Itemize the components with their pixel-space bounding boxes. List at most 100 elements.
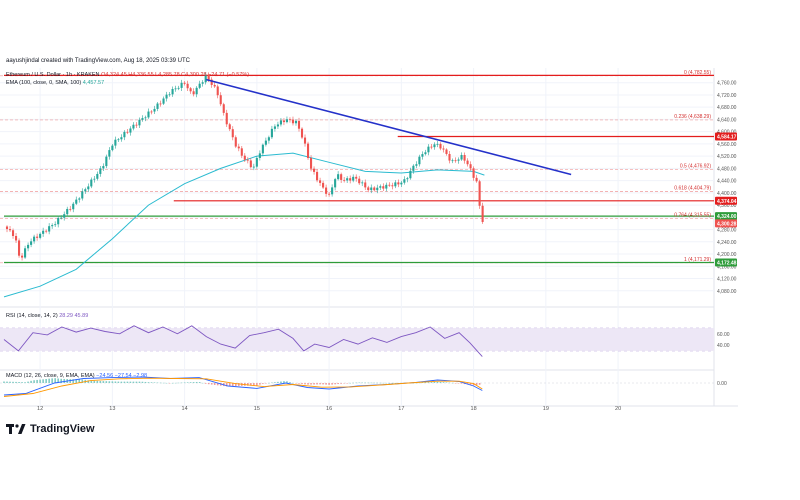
- price-tag-label: 4,300.28: [717, 221, 737, 227]
- macd-histogram-bar: [210, 383, 213, 385]
- candle-body: [135, 124, 138, 126]
- y-tick-label: 4,280.00: [717, 228, 737, 234]
- candle-body: [457, 159, 460, 161]
- candle-body: [213, 84, 216, 87]
- candle-body: [312, 168, 316, 172]
- candle-body: [216, 86, 219, 96]
- candle-body: [334, 179, 337, 188]
- candle-body: [319, 180, 322, 183]
- y-tick-label: 4,480.00: [717, 166, 737, 172]
- y-tick-label: 4,760.00: [717, 81, 737, 87]
- rsi-legend: RSI (14, close, 14, 2) 28.29 45.89: [6, 313, 88, 319]
- candle-body: [168, 94, 171, 96]
- macd-histogram-bar: [21, 382, 23, 383]
- candle-body: [424, 152, 427, 155]
- candle-body: [306, 143, 310, 159]
- macd-histogram-bar: [30, 380, 32, 383]
- candle-body: [42, 230, 45, 234]
- tradingview-logo-icon: [6, 423, 26, 434]
- macd-label: MACD (12, 26, close, 9, EMA, EMA): [6, 373, 95, 379]
- fib-level-label: 0 (4,782.55): [684, 70, 711, 76]
- candle-body: [240, 148, 243, 156]
- macd-histogram-bar: [295, 383, 297, 384]
- candle-body: [159, 103, 162, 105]
- fib-level-label: 1 (4,171.29): [684, 257, 711, 263]
- macd-histogram-bar: [195, 381, 198, 383]
- candle-body: [436, 143, 439, 145]
- y-tick-label: 4,120.00: [717, 277, 737, 283]
- candle-body: [39, 233, 42, 238]
- candle-body: [261, 144, 264, 154]
- candle-body: [475, 177, 478, 182]
- candle-body: [36, 236, 39, 238]
- fib-level-label: 0.236 (4,638.29): [674, 114, 711, 120]
- candle-body: [174, 88, 177, 90]
- candle-body: [186, 83, 189, 89]
- candle-body: [198, 83, 201, 88]
- candle-body: [400, 182, 403, 185]
- candle-body: [132, 124, 135, 129]
- ohlc-values: O4,324.45 H4,336.55 L4,285.78 C4,300.28 …: [101, 72, 250, 78]
- candle-body: [343, 179, 346, 181]
- candle-body: [249, 160, 252, 168]
- candle-body: [144, 117, 147, 119]
- ema-100-line: [3, 152, 485, 298]
- candle-body: [90, 179, 93, 187]
- macd-histogram-bar: [207, 383, 210, 385]
- candle-body: [162, 98, 165, 104]
- candle-body: [150, 111, 153, 113]
- x-tick-label: 14: [182, 406, 188, 412]
- macd-histogram-bar: [192, 382, 195, 383]
- candle-body: [153, 108, 156, 112]
- price-tag-label: 4,584.17: [717, 135, 737, 141]
- candle-body: [349, 178, 352, 181]
- y-tick-label: 4,720.00: [717, 93, 737, 99]
- macd-legend: MACD (12, 26, close, 9, EMA, EMA) −24.56…: [6, 373, 147, 379]
- macd-histogram-bar: [310, 383, 312, 385]
- candle-body: [201, 82, 204, 84]
- candle-body: [427, 146, 430, 153]
- candle-body: [231, 129, 234, 138]
- macd-histogram-bar: [117, 381, 120, 383]
- macd-histogram-bar: [135, 381, 138, 383]
- x-tick-label: 13: [109, 406, 115, 412]
- macd-histogram-bar: [382, 382, 385, 384]
- rsi-tick-label: 60.00: [717, 332, 730, 338]
- candle-body: [370, 187, 373, 191]
- y-tick-label: 4,640.00: [717, 117, 737, 123]
- candle-body: [409, 170, 412, 179]
- macd-histogram-bar: [457, 383, 460, 384]
- candle-body: [466, 160, 469, 165]
- macd-histogram-bar: [213, 383, 216, 385]
- candle-body: [225, 112, 228, 125]
- candle-body: [285, 119, 289, 123]
- macd-histogram-bar: [445, 382, 448, 383]
- tradingview-brand: TradingView: [30, 423, 95, 435]
- macd-histogram-bar: [42, 379, 44, 383]
- macd-histogram-bar: [394, 382, 397, 384]
- macd-histogram-bar: [367, 382, 370, 384]
- candle-body: [234, 137, 237, 147]
- candle-body: [105, 156, 108, 167]
- rsi-label: RSI (14, close, 14, 2): [6, 313, 58, 319]
- candle-body: [237, 146, 240, 149]
- macd-histogram-bar: [340, 383, 342, 384]
- macd-line: [3, 376, 483, 396]
- y-tick-label: 4,200.00: [717, 252, 737, 258]
- candle-body: [84, 189, 87, 192]
- macd-histogram-bar: [292, 383, 294, 384]
- price-tag-label: 4,172.48: [717, 260, 737, 266]
- rsi-values: 28.29 45.89: [59, 313, 89, 319]
- candle-body: [78, 198, 81, 200]
- candle-body: [252, 166, 255, 168]
- macd-histogram-bar: [99, 380, 102, 383]
- candle-body: [469, 164, 472, 169]
- macd-histogram-bar: [147, 382, 150, 383]
- macd-histogram-bar: [325, 383, 327, 385]
- macd-histogram-bar: [18, 382, 20, 383]
- macd-histogram-bar: [349, 382, 351, 384]
- macd-histogram-bar: [385, 382, 388, 384]
- candle-body: [328, 193, 331, 195]
- candle-body: [346, 178, 349, 181]
- candle-body: [421, 154, 424, 157]
